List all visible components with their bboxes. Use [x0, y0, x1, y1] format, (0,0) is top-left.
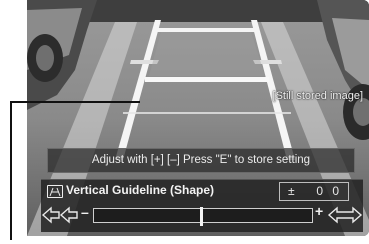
callout-leader-line	[10, 101, 140, 240]
